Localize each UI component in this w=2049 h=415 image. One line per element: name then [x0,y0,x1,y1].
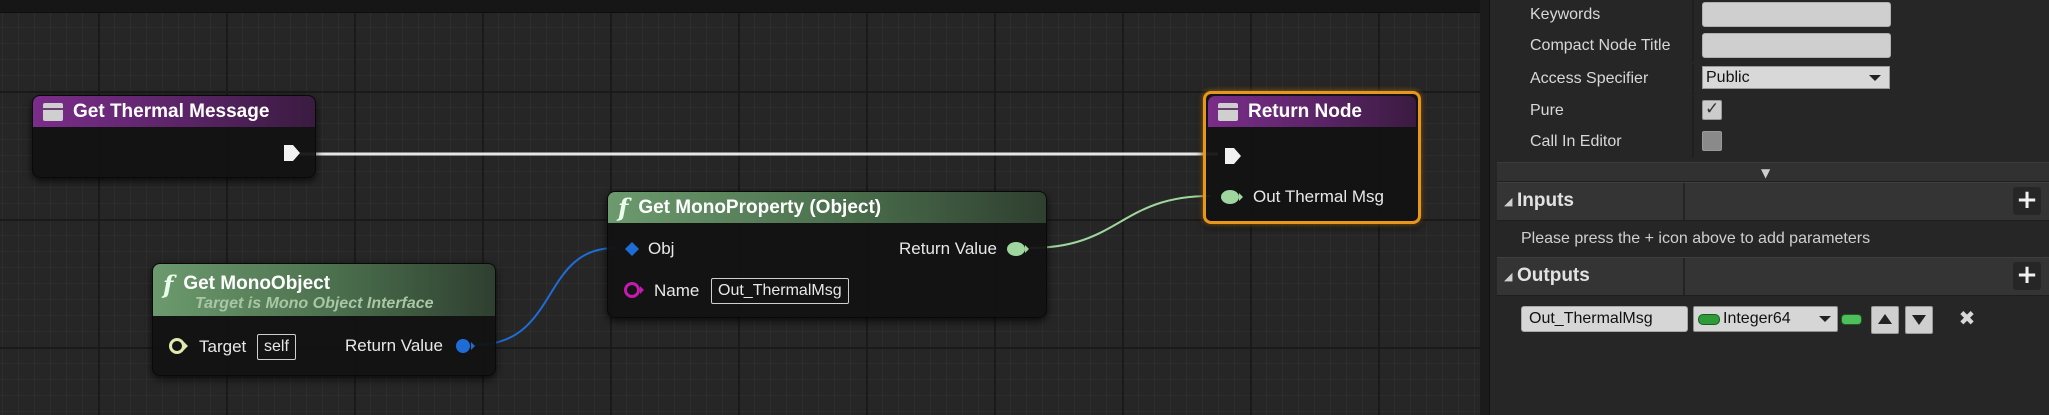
node-get-mono-property[interactable]: f Get MonoProperty (Object) Obj Return V… [607,191,1047,318]
object-in-pin-icon[interactable] [624,241,640,257]
compact-node-title-input[interactable] [1702,33,1891,58]
inputs-title: Inputs [1517,190,1574,211]
function-icon: f [618,193,629,222]
pin-name-value[interactable]: Out_ThermalMsg [711,278,849,304]
node-header: f Get MonoProperty (Object) [608,192,1046,223]
row-compact-node-title: Compact Node Title [1489,31,2049,62]
pin-return-value-label: Return Value [345,336,443,355]
access-specifier-value: Public [1706,69,1750,86]
row-keywords: Keywords [1489,0,2049,31]
advanced-expander[interactable]: ▼ [1497,162,2049,182]
name-pin-icon[interactable] [622,280,648,300]
move-param-up-button[interactable] [1871,306,1899,334]
output-param-name-input[interactable]: Out_ThermalMsg [1521,306,1688,332]
panel-splitter[interactable] [1480,0,1490,415]
pure-label: Pure [1530,102,1564,119]
column-divider [1692,0,1694,31]
blueprint-graph-canvas[interactable]: Get Thermal Message f Get MonoObject Tar… [0,0,1480,415]
exec-in-pin-icon[interactable] [1223,146,1243,166]
row-call-in-editor: Call In Editor [1489,127,2049,158]
collapse-triangle-icon: ◢ [1504,195,1513,208]
column-divider [1692,127,1694,158]
chevron-down-icon [1869,75,1881,81]
close-icon: ✖ [1958,306,1976,330]
compact-node-title-label: Compact Node Title [1530,37,1671,54]
exec-out-pin-icon[interactable] [282,143,302,163]
object-wire [474,247,616,346]
node-get-thermal-message[interactable]: Get Thermal Message [32,95,316,178]
container-type-icon[interactable] [1841,314,1862,325]
arrow-down-icon [1912,315,1926,325]
keywords-label: Keywords [1530,6,1601,23]
row-access-specifier: Access Specifier Public [1489,64,2049,95]
pin-target-value[interactable]: self [257,334,296,360]
access-specifier-label: Access Specifier [1530,70,1649,87]
node-header: f Get MonoObject Target is Mono Object I… [153,264,495,316]
node-header: Return Node [1208,96,1416,127]
pure-checkbox[interactable] [1702,99,1722,120]
pin-obj-label: Obj [648,239,675,258]
chevron-down-icon: ▼ [1761,166,1771,180]
output-param-type-select[interactable]: Integer64 [1693,306,1838,332]
int64-out-pin-icon[interactable] [1005,239,1031,259]
object-out-pin-icon[interactable] [453,336,477,356]
row-pure: Pure [1489,96,2049,127]
add-output-button[interactable]: + [2013,262,2041,290]
node-return-node[interactable]: Return Node Out Thermal Msg [1203,91,1421,224]
node-get-mono-object[interactable]: f Get MonoObject Target is Mono Object I… [152,263,496,376]
call-in-editor-checkbox[interactable] [1702,131,1722,151]
pin-target-label: Target [199,337,247,356]
column-divider [1683,258,1685,295]
column-divider [1692,31,1694,62]
access-specifier-select[interactable]: Public [1702,66,1890,89]
node-header: Get Thermal Message [33,96,315,127]
node-subtitle: Target is Mono Object Interface [195,295,434,312]
move-param-down-button[interactable] [1905,306,1933,334]
column-divider [1692,96,1694,127]
add-input-button[interactable]: + [2013,187,2041,215]
object-interface-pin-icon[interactable] [167,336,189,356]
function-entry-icon [43,102,63,121]
inputs-hint-text: Please press the + icon above to add par… [1521,230,1871,247]
keywords-input[interactable] [1702,2,1891,27]
node-title: Return Node [1248,100,1362,122]
remove-param-button[interactable]: ✖ [1955,306,1979,330]
pin-out-thermal-msg-label: Out Thermal Msg [1253,187,1385,206]
outputs-category-header[interactable]: ◢ Outputs + [1497,257,2049,296]
column-divider [1692,64,1694,95]
int64-wire [1029,195,1211,249]
outputs-title: Outputs [1517,265,1590,286]
function-icon: f [163,270,174,299]
arrow-up-icon [1878,314,1892,324]
pin-type-swatch-icon [1698,314,1720,325]
pin-name-label: Name [654,281,700,300]
plus-icon: + [2016,260,2038,290]
collapse-triangle-icon: ◢ [1504,270,1513,283]
chevron-down-icon [1819,316,1831,322]
node-title: Get Thermal Message [73,100,270,122]
inputs-category-header[interactable]: ◢ Inputs + [1497,182,2049,221]
node-title: Get MonoObject [183,273,331,294]
call-in-editor-label: Call In Editor [1530,133,1622,150]
output-param-type-value: Integer64 [1723,310,1791,327]
node-title: Get MonoProperty (Object) [638,196,882,218]
column-divider [1683,183,1685,220]
plus-icon: + [2016,185,2038,215]
int64-in-pin-icon[interactable] [1219,187,1245,207]
pin-return-value-label: Return Value [899,239,997,258]
function-result-icon [1218,102,1238,121]
